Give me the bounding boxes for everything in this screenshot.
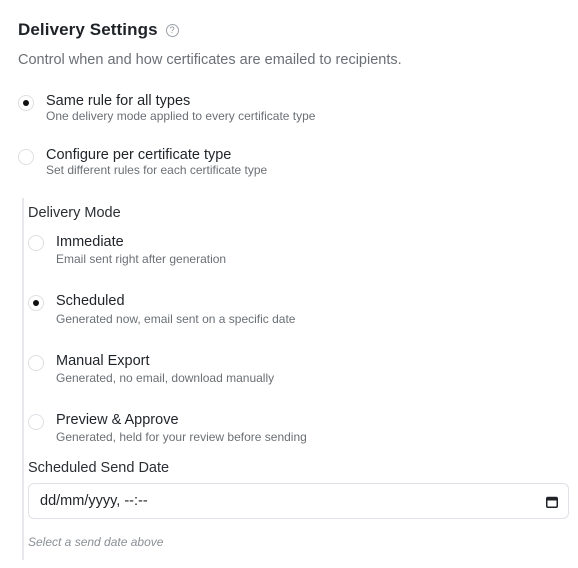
scheduled-send-date-label: Scheduled Send Date <box>28 460 170 476</box>
date-input-placeholder[interactable]: dd/mm/yyyy, --:-- <box>40 493 546 509</box>
scheduled-description: Generated now, email sent on a specific … <box>56 312 296 326</box>
manual-export-radio[interactable] <box>28 355 44 371</box>
same-rule-label[interactable]: Same rule for all types <box>46 93 190 109</box>
calendar-icon[interactable] <box>546 495 558 508</box>
immediate-description: Email sent right after generation <box>56 252 227 266</box>
immediate-radio[interactable] <box>28 235 44 251</box>
help-icon[interactable]: ? <box>165 23 179 37</box>
scheduled-send-date-input[interactable]: dd/mm/yyyy, --:-- <box>28 483 569 519</box>
send-date-hint: Select a send date above <box>28 535 164 549</box>
manual-export-label[interactable]: Manual Export <box>56 353 150 369</box>
page-title: Delivery Settings <box>18 20 158 39</box>
settings-header: Delivery Settings ? <box>18 20 179 40</box>
per-type-label[interactable]: Configure per certificate type <box>46 147 231 163</box>
scheduled-label[interactable]: Scheduled <box>56 293 125 309</box>
preview-approve-radio[interactable] <box>28 414 44 430</box>
per-type-radio[interactable] <box>18 149 34 165</box>
per-type-description: Set different rules for each certificate… <box>46 163 268 177</box>
preview-approve-description: Generated, held for your review before s… <box>56 430 307 444</box>
scheduled-radio[interactable] <box>28 295 44 311</box>
same-rule-description: One delivery mode applied to every certi… <box>46 109 316 123</box>
preview-approve-label[interactable]: Preview & Approve <box>56 412 179 428</box>
delivery-mode-label: Delivery Mode <box>28 205 121 221</box>
same-rule-radio[interactable] <box>18 95 34 111</box>
page-subtitle: Control when and how certificates are em… <box>18 52 402 68</box>
manual-export-description: Generated, no email, download manually <box>56 371 275 385</box>
immediate-label[interactable]: Immediate <box>56 234 124 250</box>
